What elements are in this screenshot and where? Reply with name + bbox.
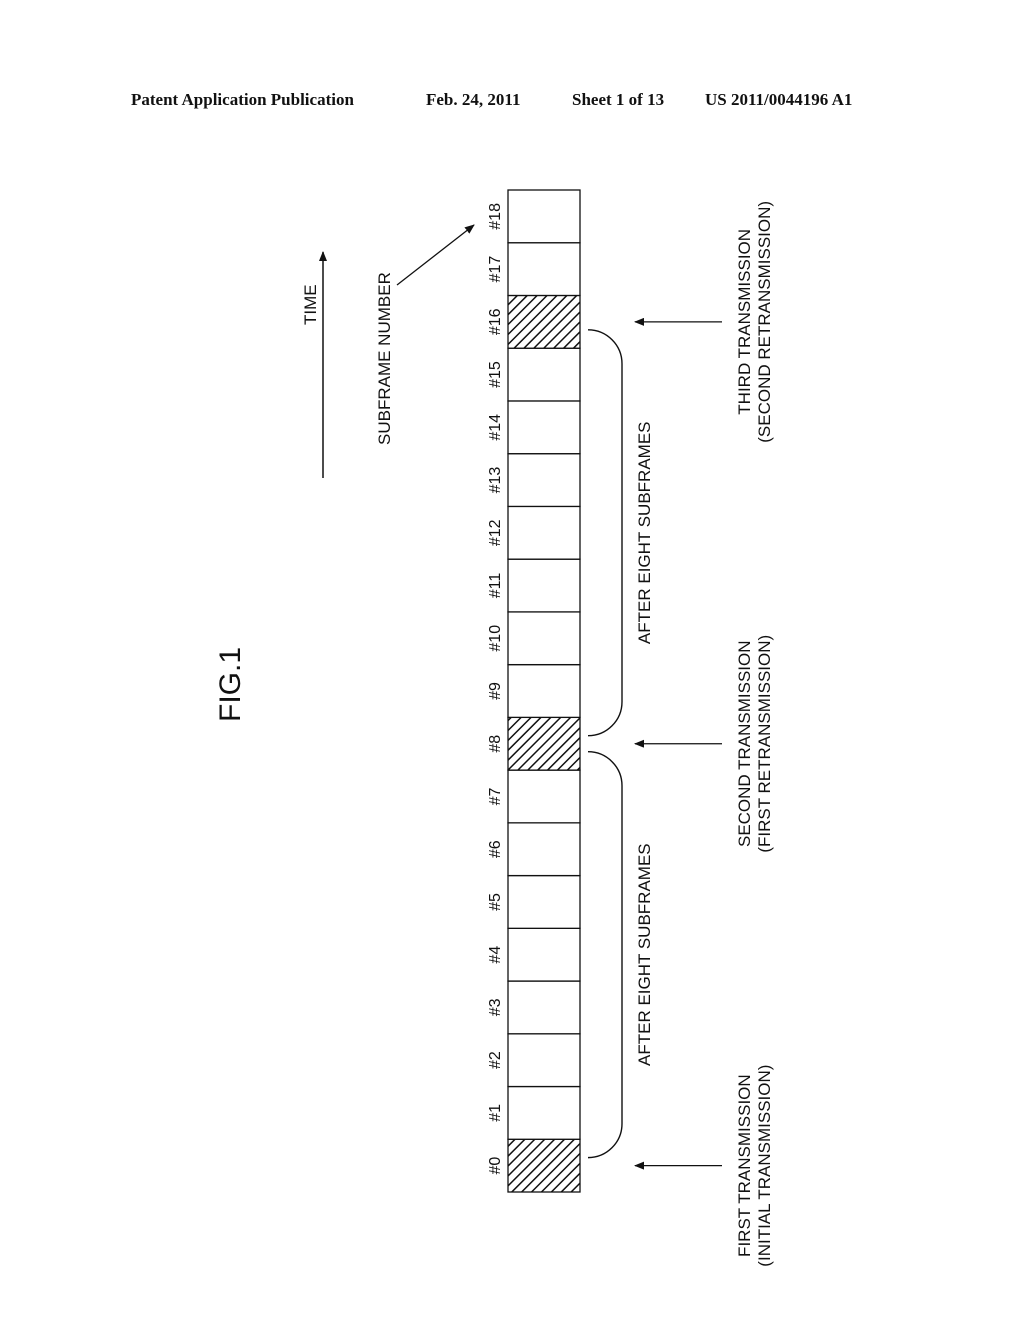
transmission-label: THIRD TRANSMISSION: [735, 229, 754, 415]
subframe-cell: [507, 822, 581, 877]
interval-label: AFTER EIGHT SUBFRAMES: [635, 843, 654, 1066]
subframe-label: #1: [487, 1104, 504, 1122]
subframe-cell-transmission: [507, 716, 581, 771]
subframe-label: #11: [487, 573, 504, 599]
subframe-label: #7: [487, 787, 504, 805]
subframe-cell: [507, 400, 581, 455]
subframe-cell: [507, 874, 581, 929]
interval-label: AFTER EIGHT SUBFRAMES: [635, 421, 654, 644]
figure-title: FIG.1: [214, 647, 247, 722]
subframe-cell: [507, 453, 581, 508]
subframe-cell: [507, 505, 581, 560]
subframe-label: #8: [487, 735, 504, 753]
subframe-label: #13: [487, 467, 504, 494]
interval-brace: [587, 329, 623, 737]
subframe-cell: [507, 347, 581, 402]
subframe-label: #2: [487, 1051, 504, 1069]
subframe-cell: [507, 1033, 581, 1088]
subframe-label: #16: [487, 308, 504, 335]
transmission-annotations: FIRST TRANSMISSION (INITIAL TRANSMISSION)…: [634, 201, 774, 1267]
subframe-cell: [507, 769, 581, 824]
subframe-cell: [507, 663, 581, 719]
subframe-number-label: SUBFRAME NUMBER: [375, 272, 394, 445]
subframe-cell-transmission: [507, 294, 581, 349]
subframe-cell-transmission: [507, 1138, 581, 1193]
subframe-label: #4: [487, 946, 504, 964]
subframe-label: #10: [487, 625, 504, 652]
subframe-label: #17: [487, 256, 504, 283]
interval-brace: [587, 751, 623, 1159]
subframe-strip: [507, 189, 581, 1193]
subframe-cell: [507, 189, 581, 244]
subframe-cell: [507, 558, 581, 613]
subframe-label: #15: [487, 361, 504, 388]
transmission-label: SECOND TRANSMISSION: [735, 640, 754, 847]
time-label: TIME: [301, 284, 320, 325]
subframe-label: #9: [487, 682, 504, 700]
subframe-label: #18: [487, 203, 504, 230]
subframe-number-arrow: [396, 224, 475, 286]
transmission-sublabel: (INITIAL TRANSMISSION): [755, 1065, 774, 1267]
transmission-sublabel: (SECOND RETRANSMISSION): [755, 201, 774, 443]
subframe-label: #5: [487, 893, 504, 911]
subframe-label: #12: [487, 519, 504, 546]
transmission-label: FIRST TRANSMISSION: [735, 1074, 754, 1257]
subframe-cell: [507, 1085, 581, 1140]
subframe-cell: [507, 611, 581, 666]
subframe-label: #6: [487, 840, 504, 858]
subframe-label: #0: [487, 1157, 504, 1175]
subframe-cell: [507, 927, 581, 982]
subframe-labels: #0 #1 #2 #3 #4 #5 #6 #7 #8 #9 #10 #11 #12 #13 #14 #15 #1…: [487, 203, 504, 1175]
subframe-cell: [507, 242, 581, 297]
transmission-sublabel: (FIRST RETRANSMISSION): [755, 635, 774, 853]
subframe-label: #14: [487, 414, 504, 441]
figure-diagram: FIG.1 TIME SUBFRAME NUMBER #0#1#2#3#4#5#…: [214, 189, 774, 1267]
subframe-cell: [507, 980, 581, 1035]
subframe-label: #3: [487, 998, 504, 1016]
